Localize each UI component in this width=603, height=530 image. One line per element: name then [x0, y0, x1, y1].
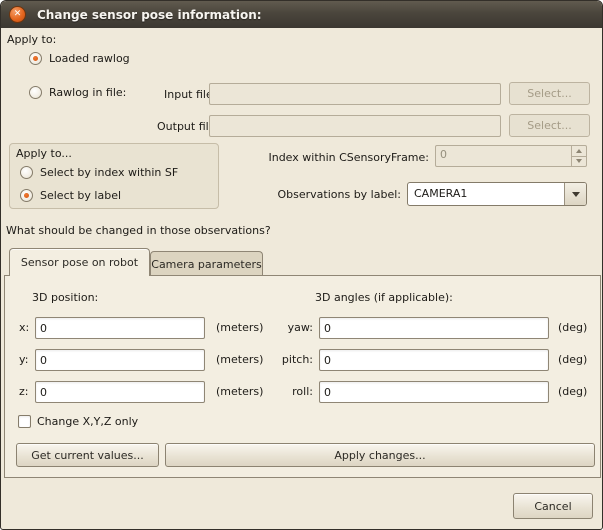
radio-rawlog-in-file[interactable]: Rawlog in file: [29, 86, 126, 99]
change-xyz-checkbox[interactable]: Change X,Y,Z only [18, 415, 138, 428]
radio-icon [29, 86, 42, 99]
radio-icon [29, 52, 42, 65]
observations-by-label-label: Observations by label: [231, 188, 401, 201]
position-section-label: 3D position: [32, 291, 98, 304]
z-label: z: [19, 385, 28, 398]
apply-changes-button[interactable]: Apply changes... [165, 443, 595, 467]
radio-select-by-index-label: Select by index within SF [40, 166, 178, 179]
radio-icon [20, 166, 33, 179]
select-output-file-button: Select... [509, 114, 590, 137]
combobox-value: CAMERA1 [408, 183, 564, 205]
combo-dropdown-button[interactable] [564, 183, 586, 205]
pitch-input[interactable] [319, 349, 549, 371]
x-label: x: [19, 321, 29, 334]
get-current-values-button[interactable]: Get current values... [16, 443, 159, 467]
select-input-file-button-label: Select... [527, 87, 571, 100]
yaw-unit-label: (deg) [558, 321, 587, 334]
titlebar: ✕ Change sensor pose information: [1, 1, 602, 28]
tab-sensor-pose-label: Sensor pose on robot [21, 256, 138, 269]
pitch-label: pitch: [271, 353, 313, 366]
apply-changes-button-label: Apply changes... [334, 449, 425, 462]
pitch-unit-label: (deg) [558, 353, 587, 366]
dialog-window: ✕ Change sensor pose information: Apply … [0, 0, 603, 530]
radio-select-by-label[interactable]: Select by label [20, 189, 121, 202]
spin-down-icon [572, 156, 586, 167]
cancel-button-label: Cancel [534, 500, 571, 513]
select-input-file-button: Select... [509, 82, 590, 105]
close-button[interactable]: ✕ [9, 6, 26, 23]
question-label: What should be changed in those observat… [6, 224, 271, 237]
output-file-field [209, 115, 501, 137]
z-input[interactable] [35, 381, 205, 403]
observations-label-combobox[interactable]: CAMERA1 [407, 182, 587, 206]
tab-camera-parameters-label: Camera parameters [151, 258, 261, 271]
tab-sensor-pose[interactable]: Sensor pose on robot [9, 248, 150, 276]
x-input[interactable] [35, 317, 205, 339]
close-icon: ✕ [14, 10, 22, 19]
index-spinner: 0 [435, 145, 587, 167]
get-current-values-button-label: Get current values... [31, 449, 144, 462]
radio-select-by-index[interactable]: Select by index within SF [20, 166, 178, 179]
cancel-button[interactable]: Cancel [513, 493, 593, 519]
select-output-file-button-label: Select... [527, 119, 571, 132]
input-file-field [209, 83, 501, 105]
roll-unit-label: (deg) [558, 385, 587, 398]
angles-section-label: 3D angles (if applicable): [315, 291, 453, 304]
apply-to-frame: Apply to... Select by index within SF Se… [9, 143, 219, 209]
radio-icon [20, 189, 33, 202]
roll-input[interactable] [319, 381, 549, 403]
radio-rawlog-in-file-label: Rawlog in file: [49, 86, 126, 99]
radio-loaded-rawlog[interactable]: Loaded rawlog [29, 52, 130, 65]
index-spinner-value: 0 [436, 146, 571, 166]
spinner-buttons [571, 146, 586, 166]
apply-to-frame-label: Apply to... [16, 147, 72, 160]
y-unit-label: (meters) [216, 353, 263, 366]
apply-to-label: Apply to: [7, 33, 56, 46]
window-title: Change sensor pose information: [37, 8, 262, 22]
y-label: y: [19, 353, 28, 366]
z-unit-label: (meters) [216, 385, 263, 398]
radio-loaded-rawlog-label: Loaded rawlog [49, 52, 130, 65]
change-xyz-checkbox-label: Change X,Y,Z only [37, 415, 138, 428]
radio-select-by-label-label: Select by label [40, 189, 121, 202]
x-unit-label: (meters) [216, 321, 263, 334]
roll-label: roll: [271, 385, 313, 398]
spin-up-icon [572, 146, 586, 156]
yaw-label: yaw: [271, 321, 313, 334]
yaw-input[interactable] [319, 317, 549, 339]
index-within-sf-label: Index within CSensoryFrame: [229, 151, 429, 164]
tab-camera-parameters[interactable]: Camera parameters [150, 251, 263, 276]
y-input[interactable] [35, 349, 205, 371]
chevron-down-icon [572, 192, 580, 197]
sensor-pose-panel: 3D position: 3D angles (if applicable): … [4, 275, 601, 478]
checkbox-icon [18, 415, 31, 428]
